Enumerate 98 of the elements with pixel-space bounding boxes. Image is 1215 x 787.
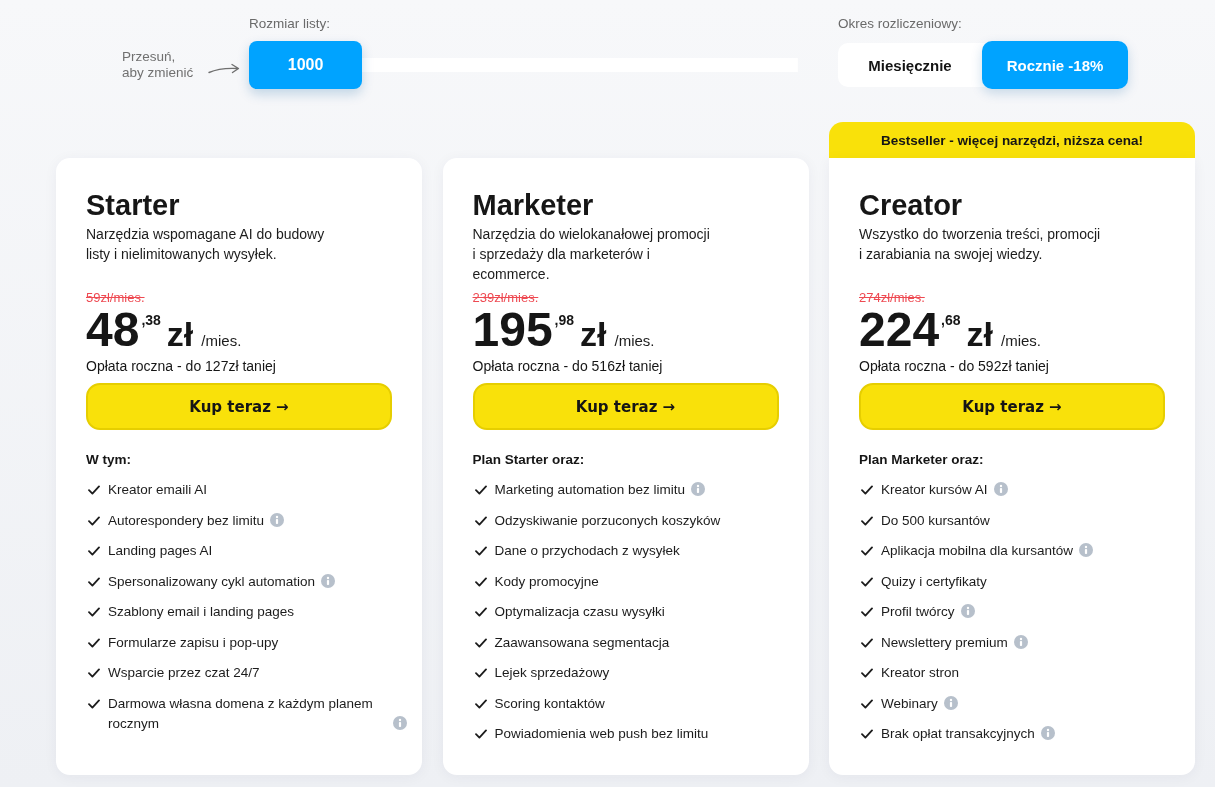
feature-text: Scoring kontaktów xyxy=(494,694,605,713)
savings-note: Opłata roczna - do 592zł taniej xyxy=(859,357,1050,376)
price-amount: 195 xyxy=(472,306,553,354)
savings-note: Opłata roczna - do 127zł taniej xyxy=(86,357,277,376)
info-icon[interactable] xyxy=(1079,543,1094,557)
slider-label: Rozmiar listy: xyxy=(249,15,331,33)
feature-text: Aplikacja mobilna dla kursantów xyxy=(881,542,1074,560)
check-icon xyxy=(861,698,873,709)
check-icon xyxy=(861,485,873,495)
feature-text: Kreator kursów AI xyxy=(881,481,988,499)
info-icon[interactable] xyxy=(691,482,706,496)
price-amount: 48 xyxy=(86,306,140,354)
feature-text: Marketing automation bez limitu xyxy=(494,481,686,499)
info-icon[interactable] xyxy=(270,512,285,527)
check-icon xyxy=(88,485,100,495)
check-icon xyxy=(861,729,873,739)
price-currency: zł xyxy=(966,314,993,354)
check-icon xyxy=(474,576,487,587)
billing-option[interactable]: Miesięcznie xyxy=(838,43,982,87)
plan-description: Wszystko do tworzenia treści, promocji i zarabiania na swojej wiedzy. xyxy=(859,225,1102,264)
feature-text: Formularze zapisu i pop-upy xyxy=(108,633,279,652)
info-icon[interactable] xyxy=(393,715,407,730)
price-cents: ,98 xyxy=(554,312,575,328)
old-price: 59zł/mies. xyxy=(86,290,146,306)
check-icon xyxy=(88,698,100,709)
feature-text: Optymalizacja czasu wysyłki xyxy=(494,603,665,621)
feature-text: Darmowa własna domena z każdym planem rocznym xyxy=(108,694,374,733)
buy-button[interactable]: Kup teraz → xyxy=(472,383,779,430)
feature-text: Szablony email i landing pages xyxy=(108,603,295,621)
plan-name: Marketer xyxy=(472,188,595,222)
old-price: 239zł/mies. xyxy=(472,290,540,306)
check-icon xyxy=(474,668,487,678)
check-icon xyxy=(861,668,873,678)
hint-text: Przesuń, aby zmienić xyxy=(122,49,194,81)
check-icon xyxy=(88,637,100,648)
info-icon[interactable] xyxy=(943,695,958,710)
price-period: /mies. xyxy=(614,332,655,349)
check-icon xyxy=(474,485,487,495)
feature-text: Zaawansowana segmentacja xyxy=(494,633,670,652)
check-icon xyxy=(474,729,487,739)
price-amount: 224 xyxy=(859,306,940,354)
price-cents: ,68 xyxy=(941,312,961,328)
check-icon xyxy=(474,546,487,556)
feature-text: Kreator stron xyxy=(881,664,960,682)
features-heading: W tym: xyxy=(86,451,132,469)
feature-text: Newslettery premium xyxy=(881,633,1008,652)
feature-text: Spersonalizowany cykl automation xyxy=(108,572,316,591)
feature-text: Webinary xyxy=(881,694,938,713)
feature-text: Autorespondery bez limitu xyxy=(108,511,265,530)
feature-text: Profil twórcy xyxy=(881,603,955,621)
check-icon xyxy=(474,698,487,709)
feature-text: Dane o przychodach z wysyłek xyxy=(494,542,680,560)
check-icon xyxy=(88,546,100,556)
feature-text: Wsparcie przez czat 24/7 xyxy=(108,664,260,682)
check-icon xyxy=(861,515,873,526)
price-cents: ,38 xyxy=(141,312,161,328)
feature-text: Kreator emaili AI xyxy=(108,481,208,499)
check-icon xyxy=(861,637,873,648)
buy-button[interactable]: Kup teraz → xyxy=(86,383,392,430)
check-icon xyxy=(88,607,100,617)
feature-text: Lejek sprzedażowy xyxy=(494,664,610,682)
info-icon[interactable] xyxy=(1013,634,1028,649)
old-price: 274zł/mies. xyxy=(859,290,926,306)
check-icon xyxy=(474,637,487,648)
bestseller-banner: Bestseller - więcej narzędzi, niższa cena! xyxy=(829,122,1195,158)
plan-description: Narzędzia do wielokanałowej promocji i sprzedaży dla marketerów i ecommerce. xyxy=(472,225,711,284)
plan-name: Creator xyxy=(859,188,964,222)
savings-note: Opłata roczna - do 516zł taniej xyxy=(472,357,664,376)
feature-text: Brak opłat transakcyjnych xyxy=(881,725,1035,743)
check-icon xyxy=(474,515,487,526)
check-icon xyxy=(861,607,873,617)
feature-text: Landing pages AI xyxy=(108,542,213,560)
plan-description: Narzędzia wspomagane AI do budowy listy i nielimitowanych wysyłek. xyxy=(86,225,326,264)
check-icon xyxy=(861,576,873,587)
info-icon[interactable] xyxy=(321,573,336,588)
feature-text: Quizy i certyfikaty xyxy=(881,572,987,591)
feature-text: Powiadomienia web push bez limitu xyxy=(494,725,709,743)
check-icon xyxy=(88,576,100,587)
feature-text: Odzyskiwanie porzuconych koszyków xyxy=(494,511,721,530)
check-icon xyxy=(88,668,100,678)
arrow-icon xyxy=(208,62,240,74)
features-heading: Plan Marketer oraz: xyxy=(859,451,985,469)
check-icon xyxy=(88,515,100,526)
buy-button[interactable]: Kup teraz → xyxy=(859,383,1165,430)
price-period: /mies. xyxy=(1001,332,1042,349)
info-icon[interactable] xyxy=(993,482,1008,496)
check-icon xyxy=(861,546,873,556)
price-currency: zł xyxy=(166,314,194,354)
price-currency: zł xyxy=(580,314,607,354)
info-icon[interactable] xyxy=(1040,726,1055,740)
billing-label: Okres rozliczeniowy: xyxy=(838,15,963,33)
features-heading: Plan Starter oraz: xyxy=(472,451,586,469)
feature-text: Do 500 kursantów xyxy=(881,511,990,530)
plan-name: Starter xyxy=(86,188,181,222)
info-icon[interactable] xyxy=(960,604,975,618)
price-period: /mies. xyxy=(201,332,242,349)
check-icon xyxy=(474,607,487,617)
feature-text: Kody promocyjne xyxy=(494,572,599,591)
